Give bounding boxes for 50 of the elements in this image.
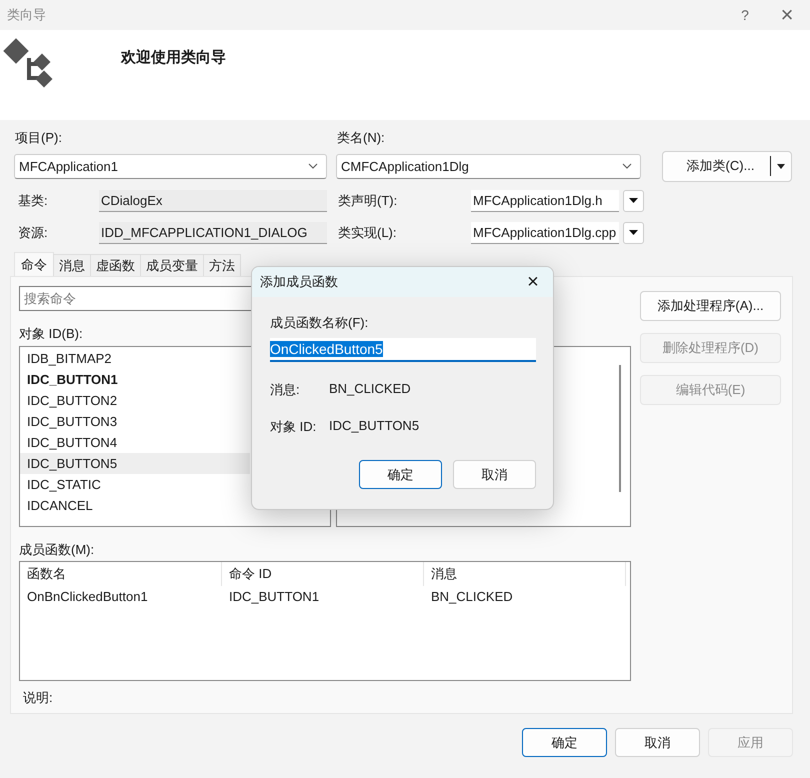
field-label: 成员函数(M): <box>19 541 96 559</box>
field-label: 类实现(L): <box>337 224 398 242</box>
dialog-button[interactable]: 取消 <box>615 728 700 757</box>
table-cell-text: BN_CLICKED <box>430 588 514 606</box>
scrollbar[interactable] <box>619 365 621 492</box>
dialog-button[interactable]: 取消 <box>453 460 536 489</box>
description-label: 说明: <box>22 689 54 707</box>
object-id-value: IDC_BUTTON5 <box>329 418 420 435</box>
tab[interactable]: 方法 <box>203 254 241 276</box>
field-label: 资源: <box>17 224 49 242</box>
tab[interactable]: 消息 <box>53 254 91 276</box>
chevron-icon <box>622 163 632 169</box>
dropdown-button[interactable] <box>623 190 644 212</box>
table-cell-text: IDC_BUTTON1 <box>228 588 320 606</box>
column-header[interactable]: 消息 <box>424 562 626 586</box>
dialog-button[interactable]: 确定 <box>522 728 607 757</box>
field-label: 对象 ID: <box>270 418 318 436</box>
dropdown-button[interactable] <box>623 222 644 244</box>
close-button[interactable]: × <box>513 267 553 297</box>
chevron-icon <box>308 163 318 169</box>
list-item[interactable]: IDC_BUTTON5 <box>20 453 250 474</box>
field-label: 项目(P): <box>15 129 63 147</box>
field-label: 类声明(T): <box>337 192 398 210</box>
read-only-field: CDialogEx <box>99 190 327 212</box>
project-dropdown[interactable]: MFCApplication1 <box>14 154 327 178</box>
field-label: 对象 ID(B): <box>19 325 84 343</box>
field-label: 基类: <box>17 192 49 210</box>
tab[interactable]: 命令 <box>14 252 54 276</box>
name-field[interactable]: OnClickedButton5 <box>270 338 536 362</box>
class-dropdown[interactable]: CMFCApplication1Dlg <box>336 154 641 178</box>
read-only-field: IDD_MFCAPPLICATION1_DIALOG <box>99 222 327 244</box>
caret-icon <box>629 230 638 235</box>
message-value: BN_CLICKED <box>329 381 411 398</box>
window-title: 类向导 <box>7 6 46 24</box>
column-header[interactable]: 命令 ID <box>222 562 424 586</box>
field-label: 消息: <box>270 381 301 399</box>
handler-button[interactable]: 添加处理程序(A)... <box>640 291 781 321</box>
table-cell-text: OnBnClickedButton1 <box>26 588 149 606</box>
file-field[interactable]: MFCApplication1Dlg.cpp <box>471 222 619 244</box>
caret-icon <box>629 198 638 203</box>
column-header[interactable]: 函数名 <box>20 562 222 586</box>
header-title: 欢迎使用类向导 <box>121 48 226 67</box>
field-label: 类名(N): <box>337 129 385 147</box>
add-class-button[interactable]: 添加类(C)... <box>662 150 792 182</box>
close-button[interactable]: × <box>766 0 808 30</box>
help-button[interactable]: ? <box>724 0 766 30</box>
dialog-button[interactable]: 确定 <box>359 460 442 489</box>
file-field[interactable]: MFCApplication1Dlg.h <box>471 190 619 212</box>
caret-icon <box>777 164 785 168</box>
field-label: 成员函数名称(F): <box>270 314 370 332</box>
